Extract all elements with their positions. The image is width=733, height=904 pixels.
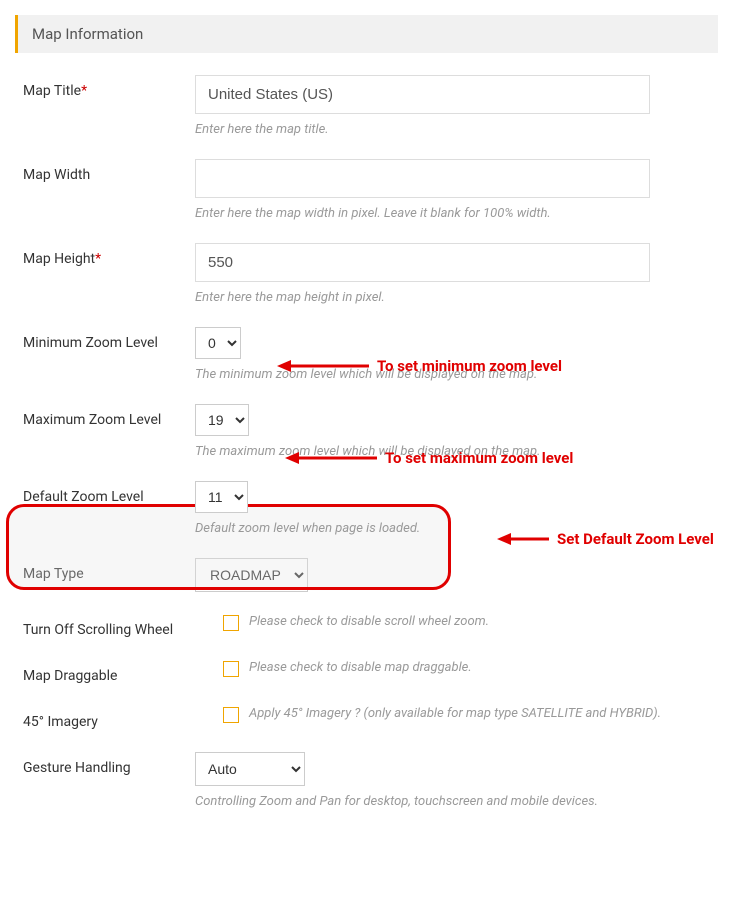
row-draggable: Map Draggable Please check to disable ma… xyxy=(15,660,718,684)
helper-max-zoom: The maximum zoom level which will be dis… xyxy=(195,444,665,459)
label-imagery45: 45° Imagery xyxy=(23,706,195,730)
helper-map-height: Enter here the map height in pixel. xyxy=(195,290,665,305)
required-mark: * xyxy=(95,251,101,267)
label-draggable: Map Draggable xyxy=(23,660,195,684)
row-scroll-off: Turn Off Scrolling Wheel Please check to… xyxy=(15,614,718,638)
desc-imagery45: Apply 45° Imagery ? (only available for … xyxy=(249,706,661,721)
label-min-zoom: Minimum Zoom Level xyxy=(23,327,195,351)
row-max-zoom: Maximum Zoom Level 19 The maximum zoom l… xyxy=(15,404,718,459)
label-gesture: Gesture Handling xyxy=(23,752,195,776)
row-map-height: Map Height* Enter here the map height in… xyxy=(15,243,718,305)
label-map-type: Map Type xyxy=(23,558,195,582)
row-gesture: Gesture Handling Auto Controlling Zoom a… xyxy=(15,752,718,809)
helper-map-title: Enter here the map title. xyxy=(195,122,665,137)
required-mark: * xyxy=(81,83,87,99)
default-zoom-select[interactable]: 11 xyxy=(195,481,248,513)
section-header: Map Information xyxy=(15,15,718,53)
row-default-zoom: Default Zoom Level 11 Default zoom level… xyxy=(15,481,718,536)
map-width-input[interactable] xyxy=(195,159,650,198)
row-map-type: Map Type ROADMAP xyxy=(15,558,718,592)
helper-gesture: Controlling Zoom and Pan for desktop, to… xyxy=(195,794,665,809)
label-map-width: Map Width xyxy=(23,159,195,183)
helper-min-zoom: The minimum zoom level which will be dis… xyxy=(195,367,665,382)
label-default-zoom: Default Zoom Level xyxy=(23,481,195,505)
row-min-zoom: Minimum Zoom Level 0 The minimum zoom le… xyxy=(15,327,718,382)
helper-map-width: Enter here the map width in pixel. Leave… xyxy=(195,206,665,221)
min-zoom-select[interactable]: 0 xyxy=(195,327,241,359)
desc-scroll-off: Please check to disable scroll wheel zoo… xyxy=(249,614,489,629)
form-container: Map Information Map Title* Enter here th… xyxy=(0,0,733,830)
row-map-width: Map Width Enter here the map width in pi… xyxy=(15,159,718,221)
row-imagery45: 45° Imagery Apply 45° Imagery ? (only av… xyxy=(15,706,718,730)
imagery45-checkbox[interactable] xyxy=(223,707,239,723)
row-map-title: Map Title* Enter here the map title. xyxy=(15,75,718,137)
label-max-zoom: Maximum Zoom Level xyxy=(23,404,195,428)
scroll-off-checkbox[interactable] xyxy=(223,615,239,631)
gesture-select[interactable]: Auto xyxy=(195,752,305,786)
map-height-input[interactable] xyxy=(195,243,650,282)
desc-draggable: Please check to disable map draggable. xyxy=(249,660,472,675)
label-scroll-off: Turn Off Scrolling Wheel xyxy=(23,614,195,638)
helper-default-zoom: Default zoom level when page is loaded. xyxy=(195,521,665,536)
map-type-select[interactable]: ROADMAP xyxy=(195,558,308,592)
draggable-checkbox[interactable] xyxy=(223,661,239,677)
map-title-input[interactable] xyxy=(195,75,650,114)
max-zoom-select[interactable]: 19 xyxy=(195,404,249,436)
label-map-height: Map Height* xyxy=(23,243,195,267)
label-map-title: Map Title* xyxy=(23,75,195,99)
